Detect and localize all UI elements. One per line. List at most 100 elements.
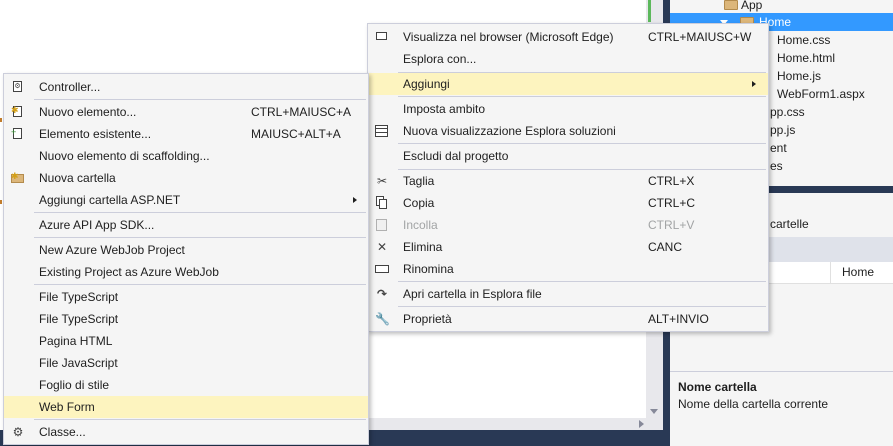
submenu-item-new-item[interactable]: ✱ Nuovo elemento... CTRL+MAIUSC+A (4, 101, 368, 123)
folder-icon (724, 0, 738, 10)
menu-item-shortcut: CTRL+MAIUSC+W (648, 30, 752, 44)
tree-item-label: ent (770, 141, 787, 155)
menu-item-label: New Azure WebJob Project (39, 243, 185, 257)
tree-item-label: pp.js (770, 123, 796, 137)
submenu-item-class[interactable]: ⚙ Classe... (4, 421, 368, 443)
menu-item-label: Nuovo elemento... (39, 105, 137, 119)
tree-item-label: App (741, 0, 763, 12)
submenu-item-new-scaffolded-item[interactable]: Nuovo elemento di scaffolding... (4, 145, 368, 167)
tree-item-label: es (770, 159, 783, 173)
menu-item-copy[interactable]: Copia CTRL+C (368, 192, 768, 214)
menu-item-label: Azure API App SDK... (39, 218, 155, 232)
menu-item-label: Existing Project as Azure WebJob (39, 265, 219, 279)
submenu-item-web-form[interactable]: Web Form (4, 396, 368, 418)
tree-item-label: Home.js (777, 69, 822, 83)
menu-item-label: Escludi dal progetto (403, 149, 509, 163)
menu-item-open-in-file-explorer[interactable]: ↷ Apri cartella in Esplora file (368, 283, 768, 305)
submenu-item-new-folder[interactable]: ✱ Nuova cartella (4, 167, 368, 189)
menu-separator (398, 143, 766, 144)
open-folder-arrow-icon: ↷ (376, 287, 388, 301)
menu-item-label: Classe... (39, 425, 86, 439)
submenu-item-typescript-file[interactable]: File TypeScript (4, 286, 368, 308)
menu-item-exclude-from-project[interactable]: Escludi dal progetto (368, 145, 768, 167)
menu-item-properties[interactable]: 🔧 Proprietà ALT+INVIO (368, 308, 768, 330)
menu-item-label: Nuovo elemento di scaffolding... (39, 149, 210, 163)
delete-icon: ✕ (376, 240, 388, 254)
menu-separator (34, 419, 366, 420)
menu-item-label: Rinomina (403, 262, 454, 276)
submenu-item-typescript-file[interactable]: File TypeScript (4, 308, 368, 330)
submenu-item-existing-item[interactable]: + Elemento esistente... MAIUSC+ALT+A (4, 123, 368, 145)
menu-item-shortcut: MAIUSC+ALT+A (251, 127, 341, 141)
new-item-icon: ✱ (11, 105, 25, 119)
submenu-item-html-page[interactable]: Pagina HTML (4, 330, 368, 352)
menu-item-delete[interactable]: ✕ Elimina CANC (368, 236, 768, 258)
menu-item-browse-with[interactable]: Esplora con... (368, 48, 768, 70)
menu-item-cut[interactable]: ✂ Taglia CTRL+X (368, 170, 768, 192)
menu-item-shortcut: CANC (648, 240, 683, 254)
change-indicator (648, 0, 651, 22)
tree-item-label: Home.css (777, 33, 831, 47)
property-separator (830, 262, 831, 284)
menu-separator (34, 284, 366, 285)
menu-item-shortcut: CTRL+C (648, 196, 696, 210)
scissors-icon: ✂ (376, 174, 388, 188)
wrench-icon: 🔧 (375, 312, 390, 326)
menu-separator (34, 212, 366, 213)
menu-item-set-scope[interactable]: Imposta ambito (368, 98, 768, 120)
menu-item-label: Foglio di stile (39, 378, 110, 392)
menu-item-label: File TypeScript (39, 312, 119, 326)
menu-item-label: Aggiungi (403, 77, 450, 91)
menu-item-paste: Incolla CTRL+V (368, 214, 768, 236)
existing-item-icon: + (11, 127, 25, 141)
menu-item-label: File JavaScript (39, 356, 118, 370)
browser-icon (375, 30, 389, 44)
menu-item-shortcut: CTRL+V (648, 218, 695, 232)
menu-item-label: Elemento esistente... (39, 127, 152, 141)
submenu-item-javascript-file[interactable]: File JavaScript (4, 352, 368, 374)
menu-item-label: Apri cartella in Esplora file (403, 287, 542, 301)
submenu-item-add-aspnet-folder[interactable]: Aggiungi cartella ASP.NET (4, 189, 368, 211)
menu-item-add[interactable]: Aggiungi (368, 73, 768, 95)
property-value[interactable]: Home (842, 265, 874, 279)
tree-item-app[interactable]: App (670, 0, 893, 14)
property-description: Nome cartella Nome della cartella corren… (670, 371, 893, 446)
submenu-item-stylesheet[interactable]: Foglio di stile (4, 374, 368, 396)
menu-item-label: Web Form (39, 400, 95, 414)
tree-item-label: pp.css (770, 105, 805, 119)
menu-item-label: Elimina (403, 240, 443, 254)
new-view-icon (375, 124, 389, 138)
menu-separator (398, 281, 766, 282)
menu-item-label: Pagina HTML (39, 334, 113, 348)
submenu-item-azure-api-app-sdk[interactable]: Azure API App SDK... (4, 214, 368, 236)
submenu-item-existing-project-webjob[interactable]: Existing Project as Azure WebJob (4, 261, 368, 283)
menu-item-label: Nuova cartella (39, 171, 116, 185)
scroll-right-icon[interactable] (639, 420, 644, 428)
menu-item-label: Incolla (403, 218, 438, 232)
editor-marker (0, 118, 2, 122)
menu-item-label: Aggiungi cartella ASP.NET (39, 193, 181, 207)
menu-item-label: File TypeScript (39, 290, 119, 304)
menu-separator (398, 306, 766, 307)
menu-item-label: Nuova visualizzazione Esplora soluzioni (403, 124, 616, 138)
submenu-item-controller[interactable]: ⚙ Controller... (4, 76, 368, 98)
scroll-down-icon[interactable] (650, 409, 658, 414)
tree-item-label: WebForm1.aspx (777, 87, 865, 101)
menu-item-label: Imposta ambito (403, 102, 486, 116)
menu-item-label: Visualizza nel browser (Microsoft Edge) (403, 30, 614, 44)
menu-item-label: Copia (403, 196, 435, 210)
menu-item-new-solution-view[interactable]: Nuova visualizzazione Esplora soluzioni (368, 120, 768, 142)
menu-separator (398, 96, 766, 97)
menu-item-rename[interactable]: Rinomina (368, 258, 768, 280)
property-description-title: Nome cartella (678, 380, 757, 394)
add-submenu: ⚙ Controller... ✱ Nuovo elemento... CTRL… (3, 73, 369, 445)
submenu-arrow-icon (752, 81, 756, 87)
context-menu: Visualizza nel browser (Microsoft Edge) … (367, 23, 769, 332)
menu-item-label: Proprietà (403, 312, 452, 326)
paste-icon (375, 218, 389, 232)
menu-item-view-in-browser[interactable]: Visualizza nel browser (Microsoft Edge) … (368, 26, 768, 48)
editor-horizontal-scrollbar[interactable] (368, 418, 648, 430)
submenu-item-new-azure-webjob[interactable]: New Azure WebJob Project (4, 239, 368, 261)
controller-icon: ⚙ (13, 81, 22, 92)
menu-separator (34, 99, 366, 100)
